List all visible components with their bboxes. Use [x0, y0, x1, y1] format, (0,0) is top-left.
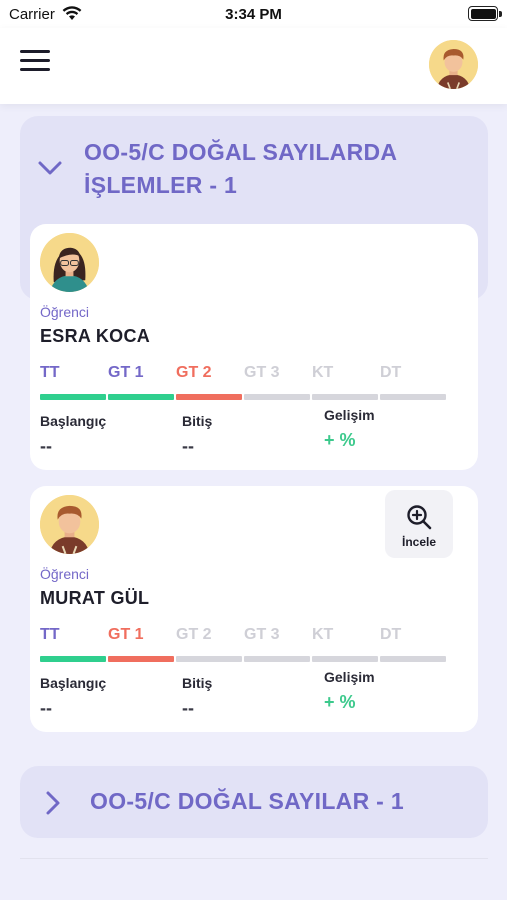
stage-bar — [40, 656, 106, 662]
stage-bar — [244, 656, 310, 662]
start-value: -- — [40, 436, 52, 456]
stage-label: GT 1 — [108, 364, 144, 381]
stage-gt3: GT 3 — [244, 626, 310, 662]
group-title-1[interactable]: OO-5/C DOĞAL SAYILARDA İŞLEMLER - 1 — [84, 136, 464, 202]
battery-tip — [499, 11, 502, 17]
clock: 3:34 PM — [225, 6, 282, 23]
chevron-down-icon[interactable] — [37, 158, 63, 178]
progress-value: + % — [324, 430, 356, 450]
end-label: Bitiş — [182, 413, 213, 429]
zoom-in-icon — [407, 505, 432, 530]
start-value: -- — [40, 698, 52, 718]
student-card: İncele Öğrenci MURAT GÜL TT GT 1 GT 2 GT… — [30, 486, 478, 732]
stage-label: TT — [40, 626, 60, 643]
stage-label: DT — [380, 364, 402, 381]
start-label: Başlangıç — [40, 675, 107, 691]
stage-label: GT 3 — [244, 626, 280, 643]
stage-dt: DT — [380, 626, 446, 662]
stage-label: DT — [380, 626, 402, 643]
start-label: Başlangıç — [40, 413, 107, 429]
boy-avatar-icon — [429, 40, 478, 89]
hamburger-menu-icon[interactable] — [20, 48, 52, 74]
stage-label: TT — [40, 364, 60, 381]
end-value: -- — [182, 698, 194, 718]
status-bar: Carrier 3:34 PM — [0, 0, 507, 28]
review-label: İncele — [401, 535, 437, 549]
student-avatar — [40, 233, 99, 292]
student-role: Öğrenci — [40, 566, 90, 582]
stage-bar — [108, 656, 174, 662]
student-name: MURAT GÜL — [40, 588, 150, 608]
stage-gt2: GT 2 — [176, 626, 242, 662]
student-avatar — [40, 495, 99, 554]
app-header — [0, 28, 507, 104]
stage-gt2: GT 2 — [176, 364, 242, 400]
boy-avatar-icon — [40, 495, 99, 554]
review-button[interactable]: İncele — [385, 490, 453, 558]
stage-label: GT 2 — [176, 626, 212, 643]
end-label: Bitiş — [182, 675, 213, 691]
stage-kt: KT — [312, 626, 378, 662]
progress-label: Gelişim — [324, 669, 375, 685]
battery-icon — [468, 6, 498, 21]
stage-bar — [40, 394, 106, 400]
student-card: Öğrenci ESRA KOCA TT GT 1 GT 2 GT 3 KT D… — [30, 224, 478, 470]
group-panel-2[interactable]: OO-5/C DOĞAL SAYILAR - 1 — [20, 766, 488, 838]
stage-label: GT 3 — [244, 364, 280, 381]
stage-label: KT — [312, 364, 334, 381]
stage-gt1: GT 1 — [108, 364, 174, 400]
stage-gt3: GT 3 — [244, 364, 310, 400]
stage-tt: TT — [40, 626, 106, 662]
girl-avatar-icon — [40, 233, 99, 292]
stage-gt1: GT 1 — [108, 626, 174, 662]
progress-label: Gelişim — [324, 407, 375, 423]
stage-bar — [108, 394, 174, 400]
stage-label: GT 1 — [108, 626, 144, 643]
stage-dt: DT — [380, 364, 446, 400]
stage-bar — [380, 656, 446, 662]
stage-bar — [176, 656, 242, 662]
student-name: ESRA KOCA — [40, 326, 151, 346]
progress-value: + % — [324, 692, 356, 712]
stage-label: GT 2 — [176, 364, 212, 381]
stage-kt: KT — [312, 364, 378, 400]
stage-bar — [312, 394, 378, 400]
stage-tt: TT — [40, 364, 106, 400]
stage-label: KT — [312, 626, 334, 643]
divider — [20, 858, 488, 859]
stage-bar — [244, 394, 310, 400]
end-value: -- — [182, 436, 194, 456]
profile-avatar[interactable] — [429, 40, 478, 89]
stage-bar — [176, 394, 242, 400]
stage-bar — [380, 394, 446, 400]
chevron-right-icon — [46, 791, 60, 815]
stage-bar — [312, 656, 378, 662]
student-role: Öğrenci — [40, 304, 90, 320]
group-title-2: OO-5/C DOĞAL SAYILAR - 1 — [90, 788, 404, 814]
